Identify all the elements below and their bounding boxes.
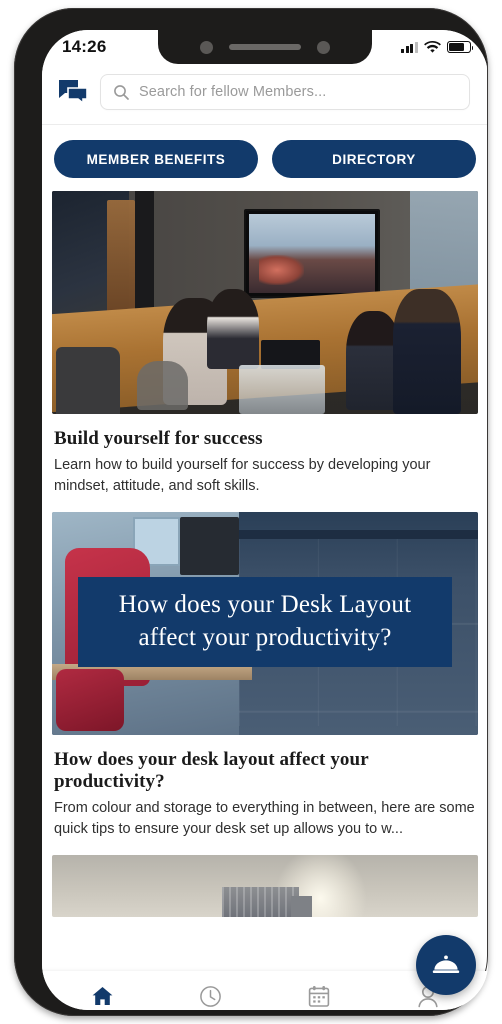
tab-bookings[interactable]: Bookings: [157, 985, 266, 1011]
cellular-signal-icon: [400, 41, 418, 53]
front-camera-icon: [317, 40, 330, 54]
article-title: Build yourself for success: [54, 428, 263, 449]
article-title: How does your desk layout affect your pr…: [54, 749, 369, 792]
tab-events[interactable]: Events: [265, 985, 374, 1011]
member-benefits-button[interactable]: MEMBER BENEFITS: [54, 140, 258, 178]
feed-card-2[interactable]: How does your Desk Layout affect your pr…: [42, 512, 488, 855]
article-thumbnail-sky[interactable]: [52, 855, 478, 918]
battery-icon: [447, 41, 474, 53]
search-input[interactable]: Search for fellow Members...: [100, 74, 470, 110]
phone-screen: 14:26 Search for fellow Members... MEMBE…: [42, 30, 488, 1010]
feed-card-1[interactable]: Build yourself for success Learn how to …: [42, 191, 488, 512]
overlay-line-1: How does your Desk Layout: [118, 591, 412, 619]
feed-card-3[interactable]: [42, 855, 488, 918]
search-icon: [114, 85, 129, 100]
home-icon: [91, 985, 114, 1008]
bottom-tab-bar: Home Bookings: [42, 935, 488, 1011]
article-thumbnail-meeting-room[interactable]: [52, 191, 478, 414]
wifi-icon: [424, 40, 441, 53]
front-sensor-icon: [200, 40, 213, 54]
status-bar-indicators: [400, 40, 474, 54]
earpiece-speaker: [229, 44, 301, 50]
directory-button[interactable]: DIRECTORY: [272, 140, 476, 178]
status-bar-clock: 14:26: [62, 37, 107, 56]
app-top-bar: Search for fellow Members...: [42, 64, 488, 124]
calendar-icon: [308, 985, 330, 1008]
phone-notch: [158, 30, 372, 64]
article-description: From colour and storage to everything in…: [54, 799, 475, 837]
overlay-line-2: affect your productivity?: [138, 624, 392, 652]
room-service-cloche-icon: [432, 955, 460, 973]
article-image-overlay-banner: How does your Desk Layout affect your pr…: [78, 577, 452, 668]
article-thumbnail-desk-layout[interactable]: How does your Desk Layout affect your pr…: [52, 512, 478, 736]
screenshot-stage: 14:26 Search for fellow Members... MEMBE…: [0, 0, 502, 1024]
search-placeholder: Search for fellow Members...: [139, 84, 327, 100]
feed-scroll-area[interactable]: MEMBER BENEFITS DIRECTORY Build yourself…: [42, 125, 488, 971]
tab-home[interactable]: Home: [48, 985, 157, 1011]
quick-actions-row: MEMBER BENEFITS DIRECTORY: [42, 125, 488, 191]
article-description: Learn how to build yourself for success …: [54, 457, 431, 494]
clock-icon: [199, 985, 222, 1008]
phone-frame: 14:26 Search for fellow Members... MEMBE…: [14, 8, 488, 1016]
chat-bubbles-icon[interactable]: [58, 79, 88, 105]
room-service-fab-button[interactable]: [416, 935, 476, 995]
